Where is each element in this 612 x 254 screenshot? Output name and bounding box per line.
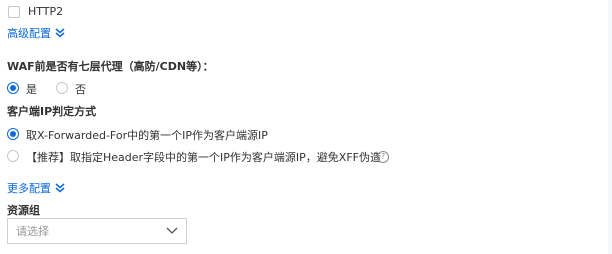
resource-group-label: 资源组 xyxy=(7,204,40,217)
advanced-config-toggle[interactable]: 高级配置 xyxy=(7,25,65,41)
client-ip-header-radio[interactable] xyxy=(7,150,19,162)
waf-proxy-label: WAF前是否有七层代理（高防/CDN等）： xyxy=(7,60,214,73)
double-chevron-down-icon xyxy=(55,28,65,38)
waf-proxy-yes-label: 是 xyxy=(26,83,37,96)
more-config-toggle[interactable]: 更多配置 xyxy=(7,180,65,196)
client-ip-xff-label: 取X-Forwarded-For中的第一个IP作为客户端源IP xyxy=(26,129,268,142)
waf-proxy-yes-radio[interactable] xyxy=(7,82,19,94)
client-ip-xff-radio[interactable] xyxy=(7,128,19,140)
http2-label: HTTP2 xyxy=(28,5,64,18)
client-ip-label: 客户端IP判定方式 xyxy=(7,105,97,118)
chevron-down-icon xyxy=(166,227,178,234)
advanced-config-label: 高级配置 xyxy=(7,27,51,40)
resource-group-select[interactable]: 请选择 xyxy=(7,218,187,244)
waf-proxy-no-radio[interactable] xyxy=(56,82,68,94)
right-edge-border xyxy=(608,0,612,254)
help-icon[interactable]: ? xyxy=(377,151,389,163)
http2-checkbox[interactable] xyxy=(8,6,20,18)
double-chevron-down-icon xyxy=(55,183,65,193)
more-config-label: 更多配置 xyxy=(7,182,51,195)
waf-proxy-no-label: 否 xyxy=(75,83,86,96)
client-ip-header-label: 【推荐】取指定Header字段中的第一个IP作为客户端源IP，避免XFF伪造 xyxy=(26,151,381,164)
resource-group-placeholder: 请选择 xyxy=(16,225,49,238)
